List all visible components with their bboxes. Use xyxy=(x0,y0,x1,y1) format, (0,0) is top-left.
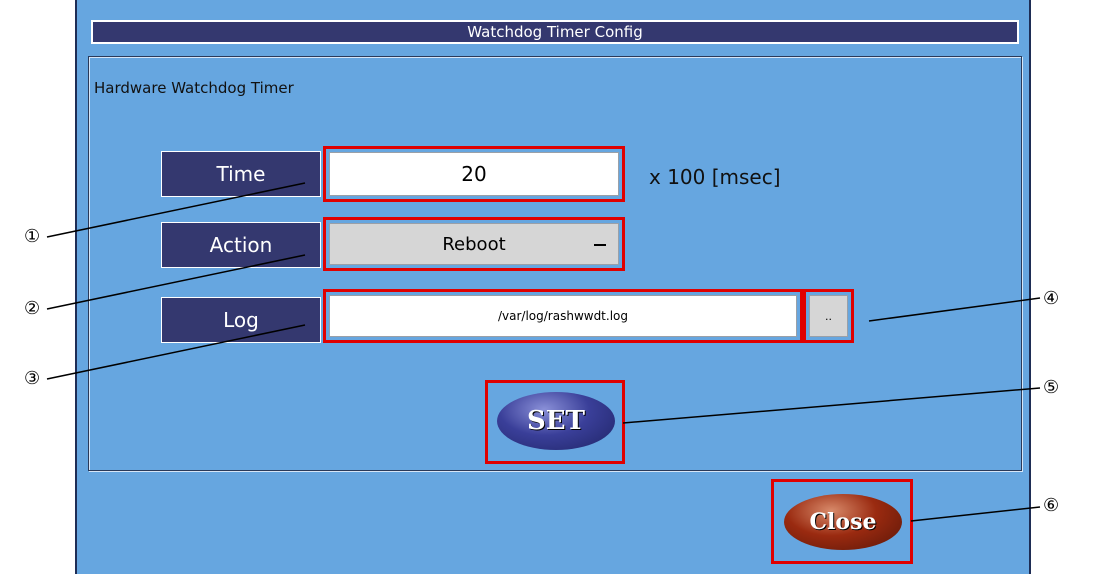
callout-6: ⑥ xyxy=(1043,495,1060,516)
callout-4: ④ xyxy=(1043,288,1060,309)
callout-leader-lines xyxy=(46,182,1041,522)
callout-3: ③ xyxy=(24,368,41,389)
callout-1: ① xyxy=(24,226,41,247)
callout-2: ② xyxy=(24,298,41,319)
callout-5: ⑤ xyxy=(1043,377,1060,398)
